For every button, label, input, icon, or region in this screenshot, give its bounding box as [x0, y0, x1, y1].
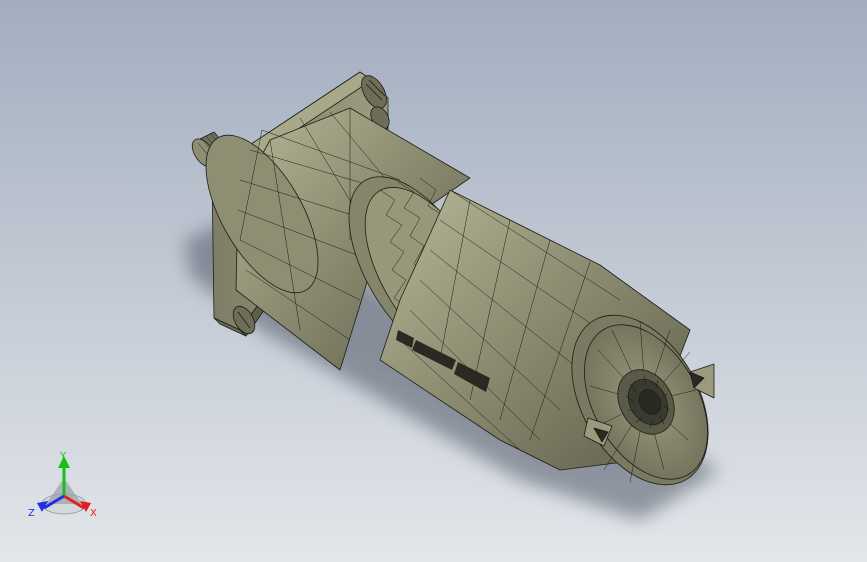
triad-z-label: Z — [28, 508, 35, 519]
model-canvas: Y X Z — [0, 0, 867, 562]
3d-viewport[interactable]: Y X Z — [0, 0, 867, 562]
triad-y-label: Y — [59, 451, 67, 462]
triad-x-label: X — [90, 508, 97, 519]
